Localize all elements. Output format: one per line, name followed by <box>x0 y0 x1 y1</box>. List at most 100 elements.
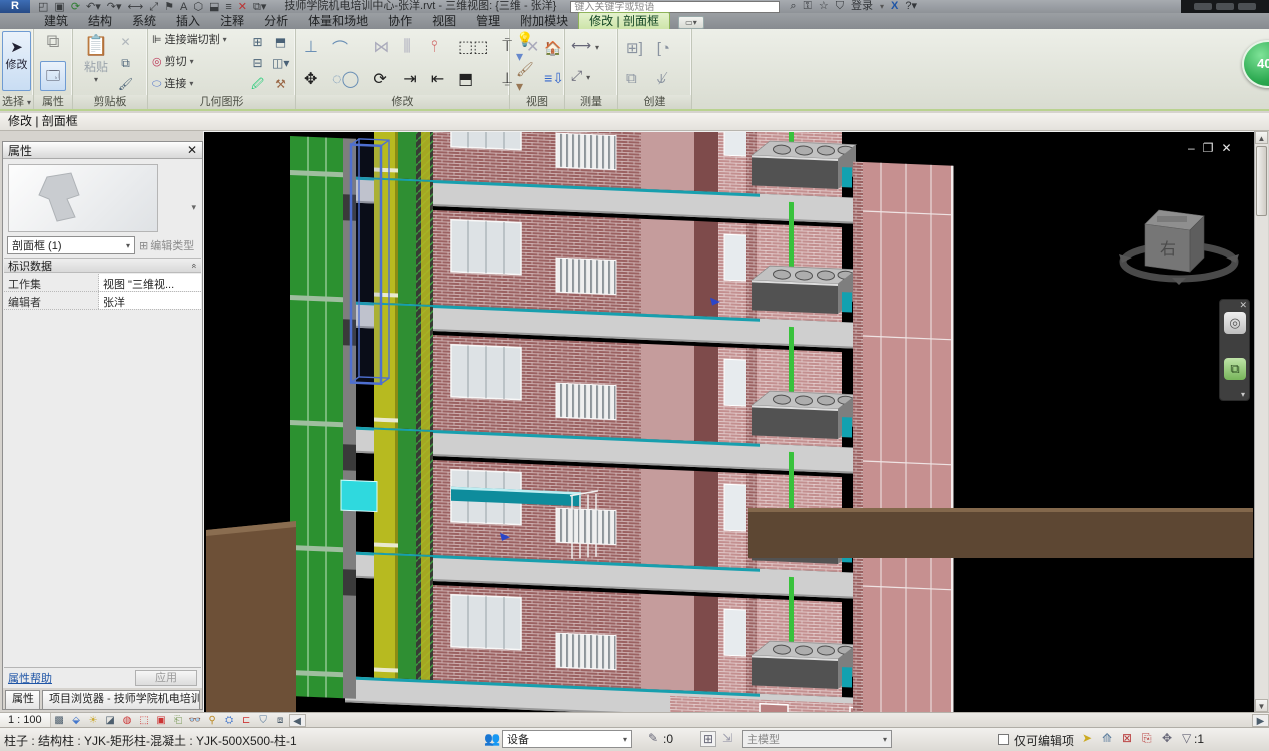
design-options-icon[interactable]: ⊞ <box>700 731 716 747</box>
scroll-up-arrow[interactable]: ▲ <box>1255 131 1268 144</box>
select-by-face-icon[interactable]: ⎘ <box>1142 731 1152 746</box>
search-icon[interactable]: ⌕ <box>790 0 796 13</box>
aligned-dimension-icon[interactable]: ⤢ <box>149 1 158 13</box>
tab-structure[interactable]: 结构 <box>78 13 122 29</box>
type-preview-dropdown-icon[interactable]: ▾ <box>191 202 196 213</box>
ribbon-collapse-button[interactable]: ▭▾ <box>678 16 704 29</box>
steering-wheel-icon[interactable]: ◎ <box>1224 312 1246 334</box>
building-model[interactable] <box>290 132 954 713</box>
worksets-icon[interactable]: 👥 <box>484 731 500 747</box>
workset-select[interactable]: 设备▾ <box>502 730 632 748</box>
visual-style-icon[interactable]: ⬙ <box>68 714 85 727</box>
design-options-pick-icon[interactable]: ⇲ <box>722 731 732 745</box>
mirror-icon[interactable]: ⋈ <box>373 37 389 57</box>
editing-requests-icon[interactable]: ✎ <box>648 731 658 745</box>
beam-column-joins-icon[interactable]: ⊟ <box>249 55 266 71</box>
tab-insert[interactable]: 插入 <box>166 13 210 29</box>
view-restore-icon[interactable]: ❐ <box>1203 141 1222 155</box>
drag-on-selection-icon[interactable]: ✥ <box>1162 731 1172 745</box>
view-close-icon[interactable]: ✕ <box>1221 141 1239 155</box>
join-geometry-button[interactable]: ⬭连接▾ <box>152 77 193 91</box>
property-row-workset[interactable]: 工作集 视图 "三维视... <box>4 274 201 292</box>
create-parts-icon[interactable]: ⫝̸ <box>657 70 670 87</box>
text-icon[interactable]: A <box>180 1 187 13</box>
crop-view-icon[interactable]: ⬚ <box>136 714 153 727</box>
panel-properties-label[interactable]: 属性 <box>34 95 72 109</box>
collapse-section-icon[interactable]: « <box>189 263 199 268</box>
toposurface-left[interactable] <box>206 521 296 713</box>
paste-button[interactable]: 📋 粘贴 ▾ <box>81 33 111 83</box>
tab-annotate[interactable]: 注释 <box>210 13 254 29</box>
undo-icon[interactable]: ↶▾ <box>86 1 101 13</box>
restore-button[interactable] <box>1216 3 1234 10</box>
tab-collaborate[interactable]: 协作 <box>378 13 422 29</box>
cut-geometry-button[interactable]: ◎剪切▾ <box>152 55 194 69</box>
select-underlay-icon[interactable]: ⟰ <box>1102 731 1112 745</box>
default-3d-view-icon[interactable]: ⬡ <box>193 1 203 13</box>
render-icon[interactable]: ◍ <box>119 714 136 727</box>
properties-palette-header[interactable]: 属性 ✕ <box>3 142 202 159</box>
viewcube-face-label[interactable]: 右 <box>1160 239 1176 258</box>
unlocked-view-icon[interactable]: ⎗ <box>170 714 187 727</box>
join-end-cut-button[interactable]: ⊫连接端切割▾ <box>152 33 227 47</box>
override-graphics-icon[interactable]: 🖌▾ <box>516 61 534 95</box>
drawing-area[interactable]: 右 <box>203 131 1254 712</box>
create-similar-icon[interactable]: ⧉ <box>626 70 643 87</box>
tab-view[interactable]: 视图 <box>422 13 466 29</box>
measure-between-refs-icon[interactable]: ⟷ ▾ <box>571 37 599 54</box>
sync-icon[interactable]: ⟳ <box>71 1 80 13</box>
tab-modify-section-box[interactable]: 修改 | 剖面框 <box>578 12 670 29</box>
view-minimize-icon[interactable]: – <box>1188 141 1203 155</box>
split-face-icon[interactable]: ◫▾ <box>272 55 289 71</box>
show-constraints-icon[interactable]: ⊏ <box>238 714 255 727</box>
property-row-edited-by[interactable]: 编辑者 张洋 <box>4 292 201 310</box>
identity-data-section-header[interactable]: 标识数据 « <box>4 258 201 273</box>
tab-systems[interactable]: 系统 <box>122 13 166 29</box>
cut-to-clipboard-icon[interactable]: ✕ <box>117 34 134 50</box>
navbar-close-icon[interactable]: ✕ <box>1239 300 1247 311</box>
reveal-hidden-elements-icon[interactable]: ⚲ <box>204 714 221 727</box>
switch-windows-icon[interactable]: ⧉▾ <box>253 1 266 13</box>
open-icon[interactable]: ◰ <box>38 1 48 13</box>
type-selector[interactable]: 剖面框 (1)▾ <box>7 236 135 254</box>
create-group-icon[interactable]: ⊞] <box>626 39 643 57</box>
dimension-icon[interactable]: ⤢ ▾ <box>571 67 590 84</box>
save-icon[interactable]: ▣ <box>54 1 64 13</box>
zoom-icon[interactable]: ⧉ <box>1224 358 1246 380</box>
modify-tool-button[interactable]: ➤ 修改 <box>2 31 31 91</box>
3d-model-view[interactable]: 右 <box>204 132 1255 713</box>
type-properties-icon[interactable]: ⧉ <box>38 31 68 59</box>
tab-project-browser[interactable]: 项目浏览器 - 技师学院机电培训... <box>42 690 200 709</box>
detail-level-icon[interactable]: ▩ <box>51 714 68 727</box>
apply-button[interactable]: 应用 <box>135 670 197 686</box>
paint-icon[interactable]: 🖉 <box>249 76 266 92</box>
scroll-down-arrow[interactable]: ▼ <box>1255 699 1268 712</box>
sign-in-label[interactable]: 登录 <box>851 0 873 13</box>
exchange-apps-icon[interactable]: X <box>891 0 898 13</box>
palette-close-icon[interactable]: ✕ <box>187 143 197 157</box>
minimize-button[interactable] <box>1194 3 1212 10</box>
split-element-icon[interactable]: ⫯ <box>431 38 444 56</box>
section-icon[interactable]: ⬓ <box>209 1 219 13</box>
navbar-expand-icon[interactable]: ▾ <box>1241 390 1245 399</box>
toposurface-right[interactable] <box>748 508 1253 558</box>
scale-icon[interactable]: ⬒ <box>458 69 488 89</box>
hscroll-left-arrow[interactable]: ◀ <box>289 714 306 727</box>
worksharing-display-icon[interactable]: ⛉ <box>255 714 272 727</box>
temporary-view-properties-icon[interactable]: ⛭ <box>221 714 238 727</box>
close-button[interactable] <box>1238 3 1256 10</box>
mirror-axis-icon[interactable]: ⫼ <box>403 38 416 56</box>
help-icon[interactable]: ?▾ <box>905 0 917 13</box>
tab-massing-site[interactable]: 体量和场地 <box>298 13 378 29</box>
tab-manage[interactable]: 管理 <box>466 13 510 29</box>
scale-button[interactable]: 1 : 100 <box>0 713 51 728</box>
move-icon[interactable]: ✥ <box>304 69 318 89</box>
copy-to-clipboard-icon[interactable]: ⧉ <box>117 55 134 71</box>
close-hidden-windows-icon[interactable]: ✕ <box>238 1 247 13</box>
vertical-scrollbar[interactable]: ▲ ▼ <box>1254 131 1268 712</box>
vertical-scroll-thumb[interactable] <box>1256 146 1267 216</box>
match-type-icon[interactable]: 🖌 <box>117 76 134 92</box>
select-links-icon[interactable]: ➤ <box>1082 731 1092 745</box>
select-pinned-icon[interactable]: ⊠ <box>1122 731 1132 745</box>
thin-lines-icon[interactable]: ≡ <box>225 1 231 13</box>
